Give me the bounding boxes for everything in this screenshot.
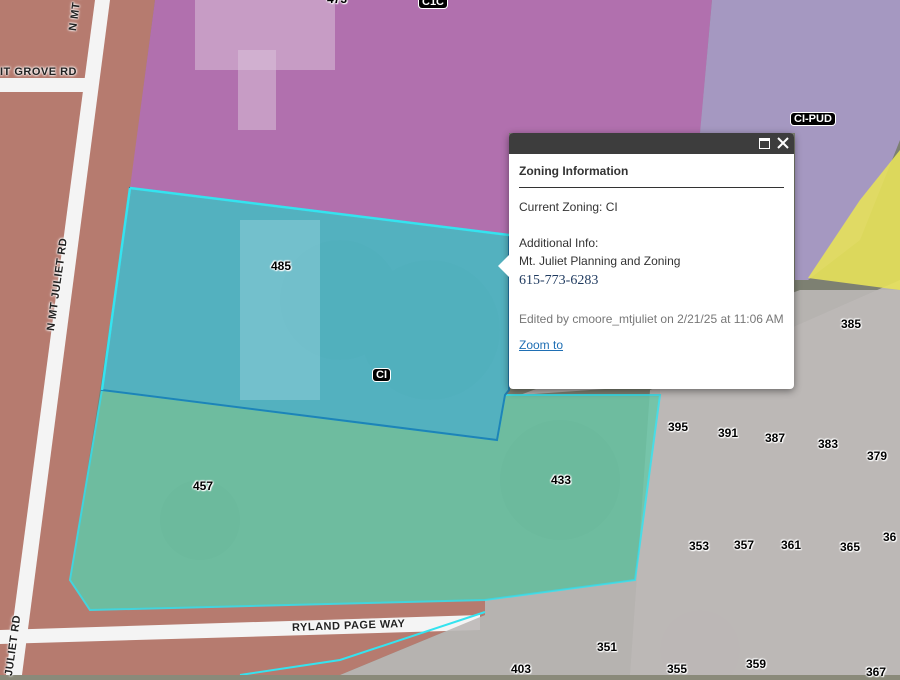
close-icon[interactable] xyxy=(775,135,791,151)
edited-info: Edited by cmoore_mtjuliet on 2/21/25 at … xyxy=(519,312,784,326)
parcel-label: 391 xyxy=(718,426,739,440)
parcel-label: 357 xyxy=(734,538,755,552)
popup-titlebar xyxy=(509,133,794,154)
zone-label-c1c: C1C xyxy=(419,0,448,8)
parcel-label: 379 xyxy=(867,449,888,463)
popup-pointer xyxy=(498,255,509,277)
parcel-label: 351 xyxy=(597,640,618,654)
zoning-popup: Zoning Information Current Zoning: CI Ad… xyxy=(498,133,794,389)
zone-label-ci-pud: CI-PUD xyxy=(791,113,835,125)
popup-body: Zoning Information Current Zoning: CI Ad… xyxy=(509,154,794,362)
agency-name: Mt. Juliet Planning and Zoning xyxy=(519,254,681,268)
phone-number: 615-773-6283 xyxy=(519,273,599,288)
parcel-label: 395 xyxy=(668,420,689,434)
parcel-label: 367 xyxy=(866,665,887,679)
parcel-label: 353 xyxy=(689,539,710,553)
building-footprint xyxy=(238,50,276,130)
parcel-label: 457 xyxy=(193,479,214,493)
parcel-label: 355 xyxy=(667,662,688,676)
road-label-grove: IT GROVE RD xyxy=(0,66,78,78)
parcel-label: 433 xyxy=(551,473,572,487)
parcel-label: 365 xyxy=(840,540,861,554)
maximize-icon[interactable] xyxy=(756,135,772,151)
zoom-to-link[interactable]: Zoom to xyxy=(519,338,563,352)
parcel-label: 485 xyxy=(271,259,292,273)
parcel-label: 359 xyxy=(746,657,767,671)
parcel-label: 387 xyxy=(765,431,786,445)
popup-title: Zoning Information xyxy=(519,164,784,188)
building-footprint xyxy=(240,220,320,400)
parcel-label: 403 xyxy=(511,662,532,676)
parcel-label: 361 xyxy=(781,538,802,552)
parcel-label: 383 xyxy=(818,437,839,451)
parcel-label: 473 xyxy=(327,0,347,6)
current-zoning: Current Zoning: CI xyxy=(519,200,618,214)
road-grove xyxy=(0,78,95,92)
parcel-label: 36 xyxy=(883,530,897,544)
additional-info-label: Additional Info: xyxy=(519,236,599,250)
zone-label-ci: CI xyxy=(373,369,390,381)
parcel-label: 385 xyxy=(841,317,862,331)
